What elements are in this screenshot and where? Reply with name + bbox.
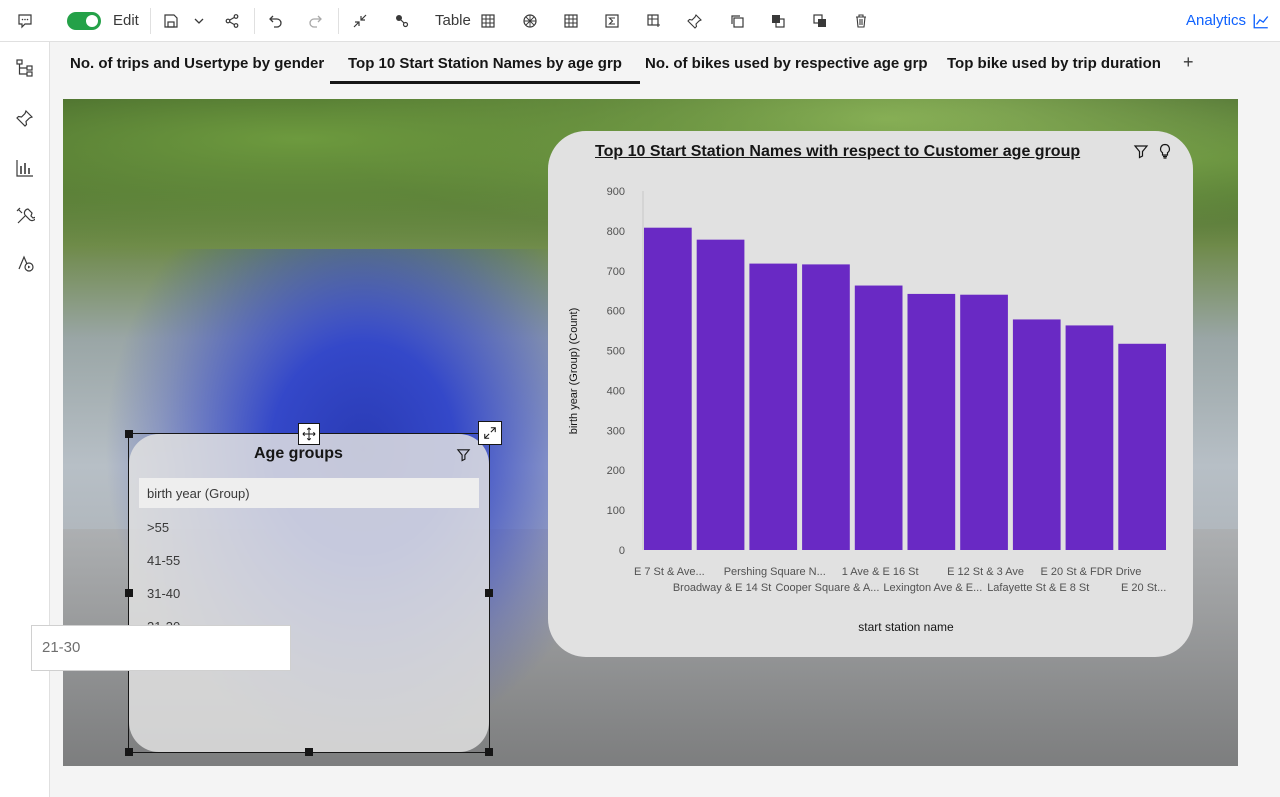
bar bbox=[749, 263, 798, 550]
dashboard-tabs: No. of trips and Usertype by gender Top … bbox=[51, 42, 1280, 86]
y-tick-label: 700 bbox=[607, 266, 625, 278]
edit-mode-toggle[interactable] bbox=[67, 12, 101, 30]
shapes-play-icon[interactable] bbox=[15, 253, 35, 273]
x-tick-label: Pershing Square N... bbox=[724, 566, 826, 578]
pin-icon[interactable] bbox=[15, 108, 35, 128]
x-tick-label: 1 Ave & E 16 St bbox=[842, 566, 919, 578]
share-icon[interactable] bbox=[222, 11, 242, 31]
bar bbox=[802, 264, 850, 550]
left-rail bbox=[0, 42, 50, 797]
tools-icon[interactable] bbox=[15, 206, 37, 226]
resize-handle[interactable] bbox=[125, 748, 133, 756]
y-tick-label: 100 bbox=[607, 505, 625, 517]
bar bbox=[1118, 343, 1166, 550]
tab-trips-usertype[interactable]: No. of trips and Usertype by gender bbox=[70, 55, 324, 72]
undo-icon[interactable] bbox=[265, 11, 285, 31]
resize-handle[interactable] bbox=[485, 748, 493, 756]
relationship-icon[interactable] bbox=[392, 11, 412, 31]
line-chart-icon[interactable] bbox=[1252, 12, 1270, 30]
bar-chart-svg: 0 100 200 300 400 500 600 700 800 900 E 7 St & Ave… bbox=[568, 186, 1166, 634]
resize-handle[interactable] bbox=[125, 430, 133, 438]
bar bbox=[907, 293, 956, 550]
bar bbox=[1065, 325, 1114, 550]
y-tick-label: 0 bbox=[619, 545, 625, 557]
bar bbox=[644, 227, 692, 550]
collapse-icon[interactable] bbox=[350, 11, 370, 31]
y-tick-label: 500 bbox=[607, 346, 625, 358]
y-tick-label: 800 bbox=[607, 226, 625, 238]
chevron-down-icon[interactable] bbox=[189, 11, 209, 31]
maximize-icon[interactable] bbox=[478, 421, 502, 445]
y-axis-title: birth year (Group) (Count) bbox=[568, 308, 580, 435]
hierarchy-icon[interactable] bbox=[15, 58, 35, 78]
bar-chart-widget[interactable]: Top 10 Start Station Names with respect … bbox=[548, 131, 1193, 657]
duplicate-icon[interactable] bbox=[727, 11, 747, 31]
y-tick-label: 200 bbox=[607, 465, 625, 477]
x-tick-label: Broadway & E 14 St bbox=[673, 582, 771, 594]
bar bbox=[854, 285, 903, 550]
y-tick-label: 600 bbox=[607, 306, 625, 318]
divider bbox=[254, 8, 255, 34]
bar-chart-icon[interactable] bbox=[15, 158, 35, 178]
x-tick-label: Lexington Ave & E... bbox=[883, 582, 982, 594]
bring-forward-icon[interactable] bbox=[768, 11, 788, 31]
top-toolbar: Edit Table Analytics bbox=[0, 0, 1280, 42]
y-tick-label: 900 bbox=[607, 186, 625, 198]
shapes-icon[interactable] bbox=[520, 11, 540, 31]
x-tick-label: E 20 St... bbox=[1121, 582, 1166, 594]
grid-icon[interactable] bbox=[561, 11, 581, 31]
bar bbox=[1012, 319, 1061, 550]
divider bbox=[150, 8, 151, 34]
analytics-link[interactable]: Analytics bbox=[1186, 12, 1246, 29]
y-tick-label: 300 bbox=[607, 425, 625, 437]
move-icon[interactable] bbox=[298, 423, 320, 445]
resize-handle[interactable] bbox=[305, 748, 313, 756]
pin-icon[interactable] bbox=[685, 11, 705, 31]
bar bbox=[696, 239, 745, 551]
tab-top-start-stations[interactable]: Top 10 Start Station Names by age grp bbox=[330, 55, 640, 84]
comment-icon[interactable] bbox=[15, 11, 35, 31]
visualization-type-label[interactable]: Table bbox=[435, 12, 471, 29]
table-icon[interactable] bbox=[478, 11, 498, 31]
add-tab-button[interactable]: + bbox=[1183, 52, 1194, 73]
bar bbox=[960, 294, 1008, 550]
x-tick-label: E 20 St & FDR Drive bbox=[1041, 566, 1142, 578]
x-axis-title: start station name bbox=[858, 620, 954, 634]
resize-handle[interactable] bbox=[485, 589, 493, 597]
age-group-dropdown[interactable]: 21-30 bbox=[31, 625, 291, 671]
redo-icon[interactable] bbox=[306, 11, 326, 31]
x-tick-label: E 12 St & 3 Ave bbox=[947, 566, 1024, 578]
save-icon[interactable] bbox=[161, 11, 181, 31]
selection-frame bbox=[128, 433, 490, 753]
x-tick-label: Cooper Square & A... bbox=[775, 582, 879, 594]
tab-bikes-by-age[interactable]: No. of bikes used by respective age grp bbox=[645, 55, 928, 72]
resize-handle[interactable] bbox=[125, 589, 133, 597]
delete-icon[interactable] bbox=[851, 11, 871, 31]
send-backward-icon[interactable] bbox=[810, 11, 830, 31]
x-tick-label: E 7 St & Ave... bbox=[634, 566, 705, 578]
y-tick-label: 400 bbox=[607, 385, 625, 397]
summarize-icon[interactable] bbox=[602, 11, 622, 31]
x-tick-label: Lafayette St & E 8 St bbox=[987, 582, 1089, 594]
tab-bike-trip-duration[interactable]: Top bike used by trip duration bbox=[947, 55, 1161, 72]
edit-label: Edit bbox=[113, 12, 139, 29]
calculation-icon[interactable] bbox=[644, 11, 664, 31]
divider bbox=[338, 8, 339, 34]
